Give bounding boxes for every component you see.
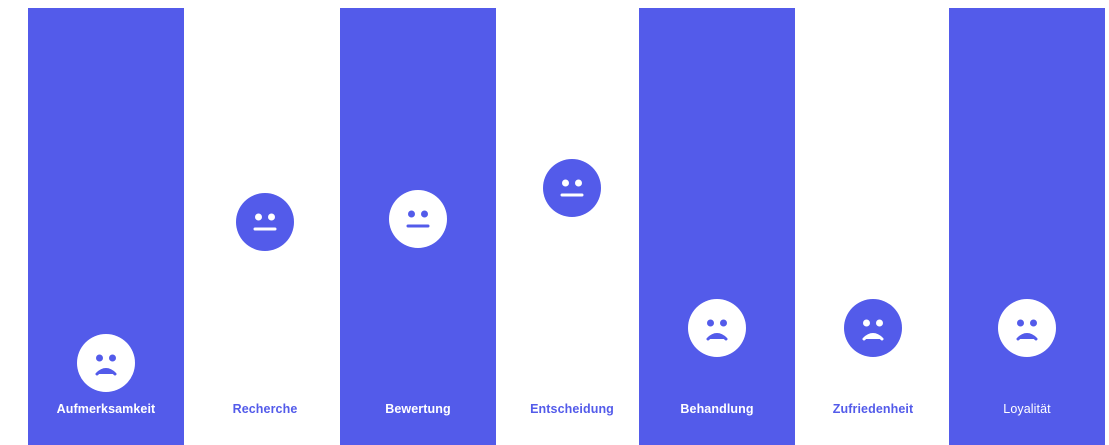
stage-label: Behandlung (680, 402, 754, 416)
stage-zufriedenheit: Zufriedenheit (795, 8, 951, 445)
stage-entscheidung: Entscheidung (494, 8, 650, 445)
stage-label: Recherche (232, 402, 298, 416)
stage-label: Bewertung (385, 402, 451, 416)
stage-aufmerksamkeit: Aufmerksamkeit (28, 8, 184, 445)
sad-face-icon (688, 299, 746, 357)
stage-label: Entscheidung (530, 402, 614, 416)
stage-label: Loyalität (1003, 402, 1051, 416)
stage-label: Zufriedenheit (832, 402, 914, 416)
customer-journey: Aufmerksamkeit Recherche Bewertung Entsc… (0, 0, 1109, 445)
sad-face-icon (844, 299, 902, 357)
sad-face-icon (77, 334, 135, 392)
stage-bewertung: Bewertung (340, 8, 496, 445)
neutral-face-icon (389, 190, 447, 248)
stage-label: Aufmerksamkeit (56, 402, 156, 416)
neutral-face-icon (543, 159, 601, 217)
sad-face-icon (998, 299, 1056, 357)
neutral-face-icon (236, 193, 294, 251)
stage-recherche: Recherche (187, 8, 343, 445)
stage-behandlung: Behandlung (639, 8, 795, 445)
stage-loyalitaet: Loyalität (949, 8, 1105, 445)
